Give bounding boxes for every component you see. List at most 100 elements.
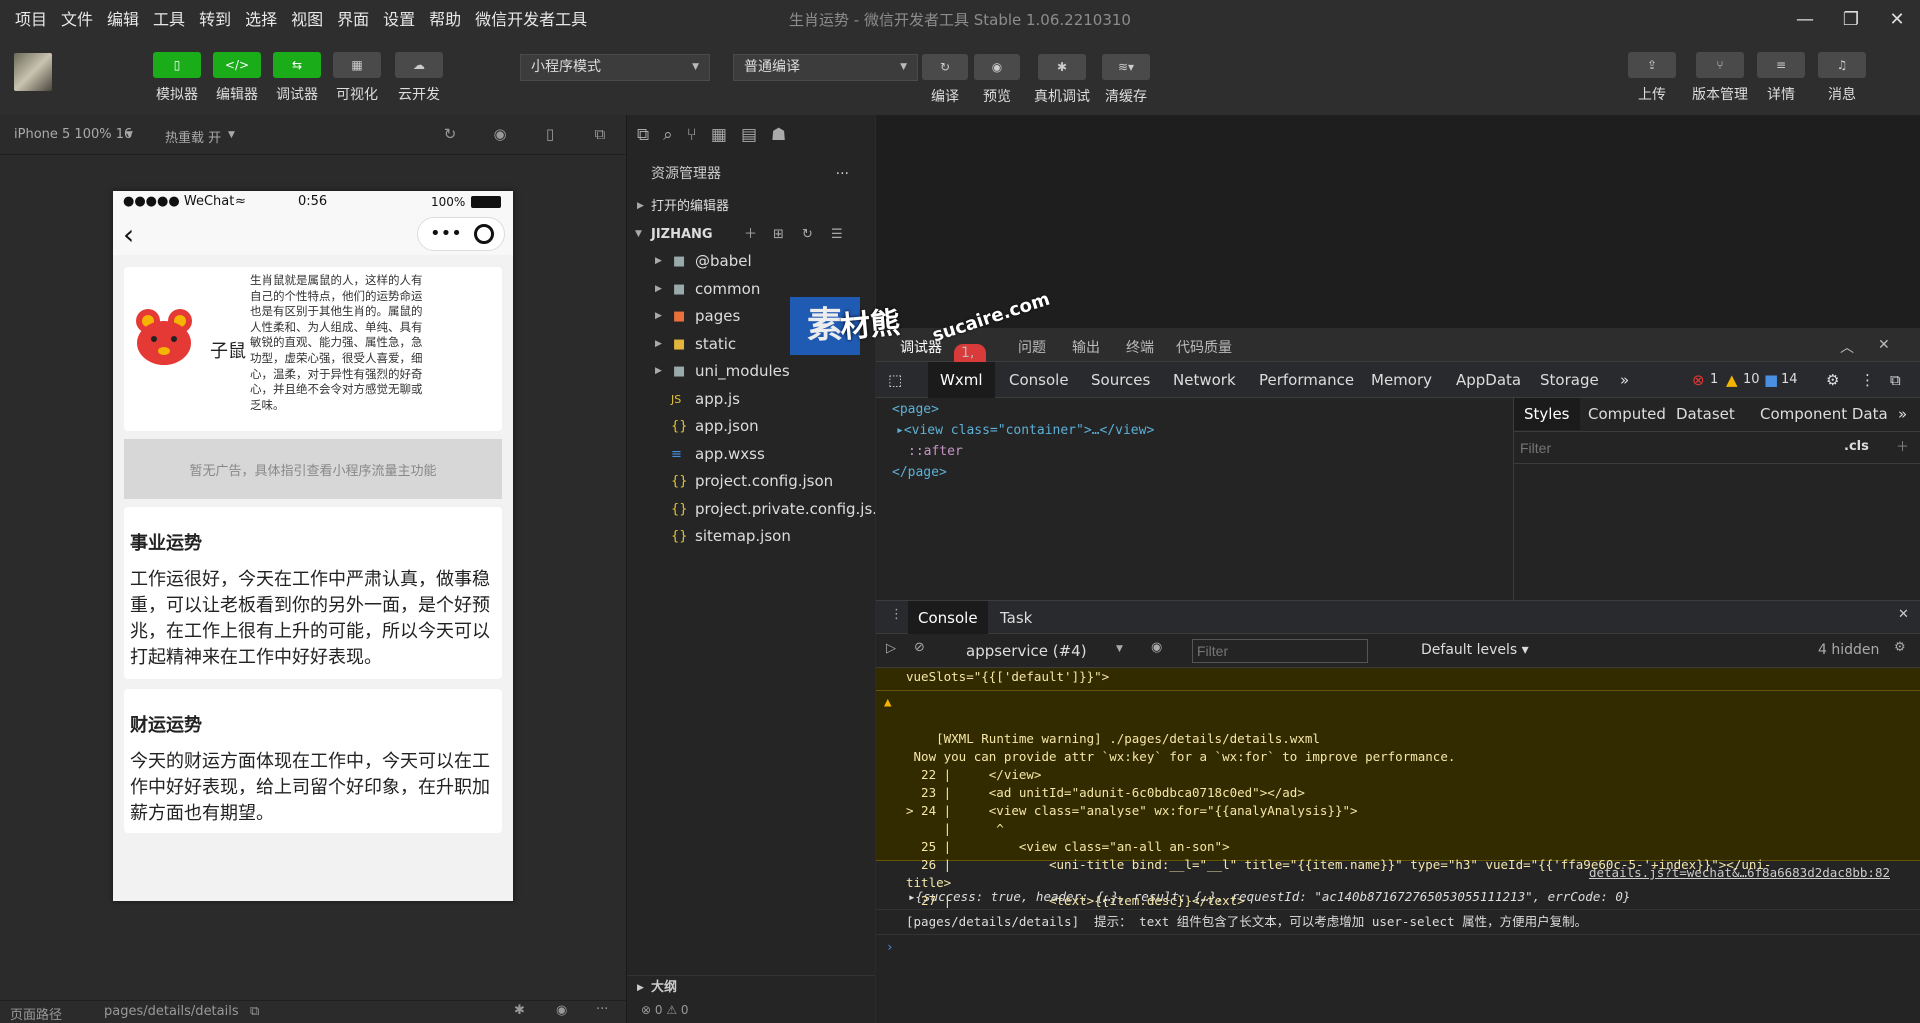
search-icon[interactable]: ⌕	[663, 125, 673, 145]
menu-item-edit[interactable]: 编辑	[100, 0, 146, 40]
info-count[interactable]: 14	[1781, 372, 1798, 387]
menu-item-help[interactable]: 帮助	[422, 0, 468, 40]
storage-icon[interactable]: ▤	[741, 125, 757, 145]
tree-item-uni-modules[interactable]: ▶ ■ uni_modules	[627, 358, 875, 386]
open-editors-header[interactable]: ▶ 打开的编辑器	[627, 193, 875, 221]
extensions-icon[interactable]: ▦	[711, 125, 727, 145]
tree-item-app-wxss[interactable]: ≡ app.wxss	[627, 441, 875, 469]
tab-wxml[interactable]: Wxml	[928, 362, 995, 398]
more-icon[interactable]: ⋮	[890, 607, 903, 622]
styles-filter-input[interactable]	[1520, 437, 1770, 459]
cloud-button[interactable]: ☁ 云开发	[395, 52, 443, 104]
bug-icon[interactable]: ✱	[514, 1003, 525, 1018]
problems-status[interactable]: ⊗ 0 ⚠ 0	[641, 1003, 689, 1017]
menu-item-project[interactable]: 项目	[8, 0, 54, 40]
tree-item-sitemap[interactable]: {} sitemap.json	[627, 523, 875, 551]
tab-task[interactable]: Task	[1000, 609, 1032, 627]
sidebar-toggle-icon[interactable]: ▷	[886, 641, 896, 656]
menu-item-interface[interactable]: 界面	[330, 0, 376, 40]
outline-header[interactable]: ▶ 大纲	[627, 975, 875, 999]
tree-item-babel[interactable]: ▶ ■ @babel	[627, 248, 875, 276]
eye-icon[interactable]: ◉	[1151, 640, 1162, 655]
collapse-icon[interactable]: ☰	[831, 221, 843, 249]
new-file-icon[interactable]: ＋	[744, 221, 757, 249]
chevron-up-icon[interactable]: ︿	[1840, 337, 1854, 357]
more-icon[interactable]: •••	[430, 223, 462, 244]
wxml-node[interactable]: <page>	[892, 402, 939, 417]
more-icon[interactable]: ···	[596, 1002, 608, 1017]
tab-sources[interactable]: Sources	[1091, 371, 1150, 389]
compile-button[interactable]: ↻ 编译	[922, 54, 968, 106]
files-icon[interactable]: ⧉	[637, 125, 649, 145]
debugger-button[interactable]: ⇆ 调试器	[273, 52, 321, 104]
more-tabs-icon[interactable]: »	[1898, 405, 1907, 423]
tab-output[interactable]: 输出	[1072, 337, 1100, 357]
docker-icon[interactable]: ☗	[771, 125, 786, 145]
menu-item-view[interactable]: 视图	[284, 0, 330, 40]
menu-item-file[interactable]: 文件	[54, 0, 100, 40]
tab-styles[interactable]: Styles	[1514, 398, 1580, 430]
stop-icon[interactable]: ◉	[490, 125, 510, 145]
eye-icon[interactable]: ◉	[556, 1003, 567, 1018]
compile-select[interactable]: 普通编译 ▼	[733, 54, 918, 81]
visual-button[interactable]: ▦ 可视化	[333, 52, 381, 104]
tab-computed[interactable]: Computed	[1588, 405, 1666, 423]
menu-item-settings[interactable]: 设置	[376, 0, 422, 40]
close-icon[interactable]: ✕	[1878, 337, 1890, 353]
new-folder-icon[interactable]: ⊞	[773, 221, 784, 249]
tab-network[interactable]: Network	[1173, 371, 1236, 389]
back-icon[interactable]: ‹	[123, 218, 134, 251]
messages-button[interactable]: ♫ 消息	[1818, 52, 1866, 104]
console-filter-input[interactable]	[1192, 639, 1368, 663]
tab-performance[interactable]: Performance	[1259, 371, 1354, 389]
phone-icon[interactable]: ▯	[540, 125, 560, 145]
minimize-icon[interactable]: —	[1782, 0, 1828, 40]
project-header[interactable]: ▼ JIZHANG ＋ ⊞ ↻ ☰	[627, 221, 875, 249]
device-select[interactable]: iPhone 5 100% 16	[14, 127, 132, 142]
dock-icon[interactable]: ⧉	[1890, 371, 1901, 389]
more-icon[interactable]: ···	[836, 155, 849, 193]
hot-reload-toggle[interactable]: 热重载 开	[165, 127, 221, 146]
close-icon[interactable]: ✕	[1898, 607, 1909, 622]
clear-cache-button[interactable]: ≋▾ 清缓存	[1102, 54, 1150, 106]
tab-code-quality[interactable]: 代码质量	[1176, 337, 1232, 357]
wxml-node[interactable]: ::after	[908, 444, 963, 459]
tab-appdata[interactable]: AppData	[1456, 371, 1521, 389]
tab-drawer-console[interactable]: Console	[908, 601, 988, 635]
simulator-button[interactable]: ▯ 模拟器	[153, 52, 201, 104]
git-icon[interactable]: ⑂	[687, 125, 697, 145]
clear-icon[interactable]: ⊘	[914, 640, 925, 655]
more-icon[interactable]: ⋮	[1860, 371, 1875, 389]
copy-icon[interactable]: ⧉	[250, 1004, 259, 1019]
tab-issues[interactable]: 问题	[1018, 337, 1046, 357]
preview-button[interactable]: ◉ 预览	[974, 54, 1020, 106]
refresh-icon[interactable]: ↻	[802, 221, 813, 249]
menu-item-tools[interactable]: 工具	[146, 0, 192, 40]
tree-item-project-private-config[interactable]: {} project.private.config.js...	[627, 496, 875, 524]
add-icon[interactable]: ＋	[1896, 436, 1909, 455]
popout-icon[interactable]: ⧉	[590, 125, 610, 145]
tab-console[interactable]: Console	[1009, 371, 1069, 389]
inspect-icon[interactable]: ⬚	[888, 371, 902, 389]
maximize-icon[interactable]: ❐	[1828, 0, 1874, 40]
tab-dataset[interactable]: Dataset	[1676, 405, 1735, 423]
page-path-label[interactable]: 页面路径	[10, 1004, 62, 1023]
cls-toggle[interactable]: .cls	[1844, 439, 1869, 454]
gear-icon[interactable]: ⚙	[1894, 640, 1906, 655]
gear-icon[interactable]: ⚙	[1826, 371, 1839, 389]
tab-memory[interactable]: Memory	[1371, 371, 1432, 389]
console-prompt[interactable]: ›	[876, 935, 1920, 954]
details-button[interactable]: ≡ 详情	[1757, 52, 1805, 104]
menu-item-devtools[interactable]: 微信开发者工具	[468, 0, 594, 40]
close-icon[interactable]: ✕	[1874, 0, 1920, 40]
upload-button[interactable]: ⇪ 上传	[1628, 52, 1676, 104]
error-count[interactable]: 1	[1710, 372, 1718, 387]
tree-item-project-config[interactable]: {} project.config.json	[627, 468, 875, 496]
mode-select[interactable]: 小程序模式 ▼	[520, 54, 710, 81]
warning-count[interactable]: 10	[1743, 372, 1760, 387]
log-levels-select[interactable]: Default levels ▾	[1421, 642, 1529, 658]
tab-terminal[interactable]: 终端	[1126, 337, 1154, 357]
close-capsule-icon[interactable]	[474, 224, 494, 244]
version-button[interactable]: ⑂ 版本管理	[1692, 52, 1748, 104]
avatar[interactable]	[14, 53, 52, 91]
